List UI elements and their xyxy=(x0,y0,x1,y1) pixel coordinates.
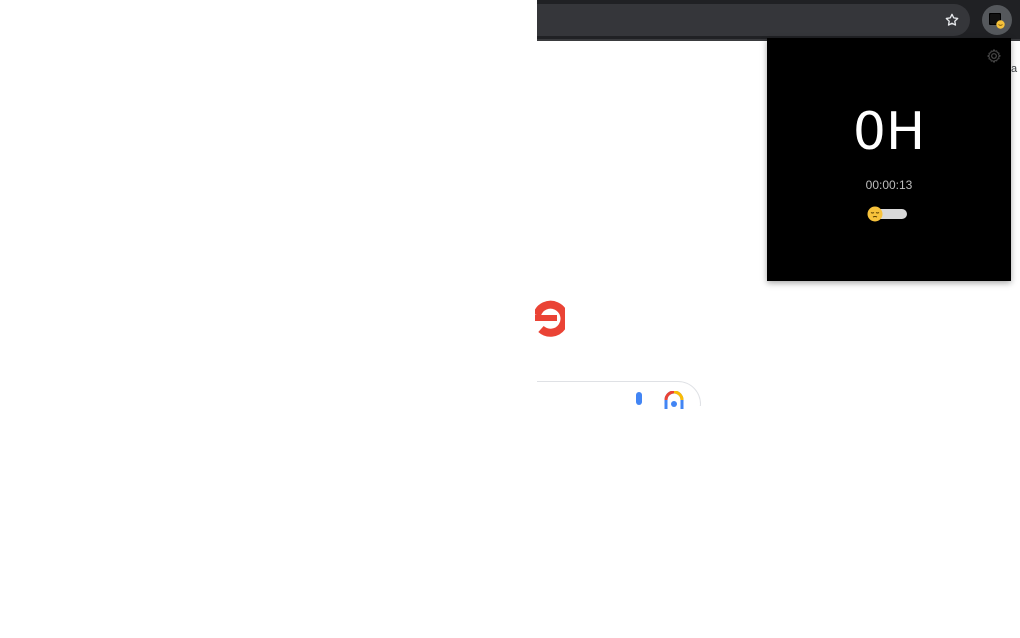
extension-icon xyxy=(989,13,1005,29)
settings-button[interactable] xyxy=(986,48,1002,64)
google-lens-icon[interactable] xyxy=(663,391,685,411)
extension-button[interactable] xyxy=(982,5,1012,35)
gear-icon xyxy=(987,49,1001,63)
browser-toolbar xyxy=(537,0,1020,41)
star-icon xyxy=(945,13,959,26)
elapsed-timer: 00:00:13 xyxy=(865,178,913,192)
google-logo-fragment xyxy=(535,300,565,337)
page-edge-text: a xyxy=(1011,63,1018,75)
microphone-icon[interactable] xyxy=(632,391,646,411)
extension-popup: 0H 00:00:13 xyxy=(767,38,1011,281)
bookmark-star-button[interactable] xyxy=(942,10,962,30)
screen: 0H 00:00:13 a xyxy=(0,0,1020,638)
sleepy-face-emoji-icon xyxy=(867,206,883,222)
main-value: 0H xyxy=(852,102,926,162)
address-bar[interactable] xyxy=(537,4,970,36)
mode-toggle[interactable] xyxy=(867,206,907,222)
